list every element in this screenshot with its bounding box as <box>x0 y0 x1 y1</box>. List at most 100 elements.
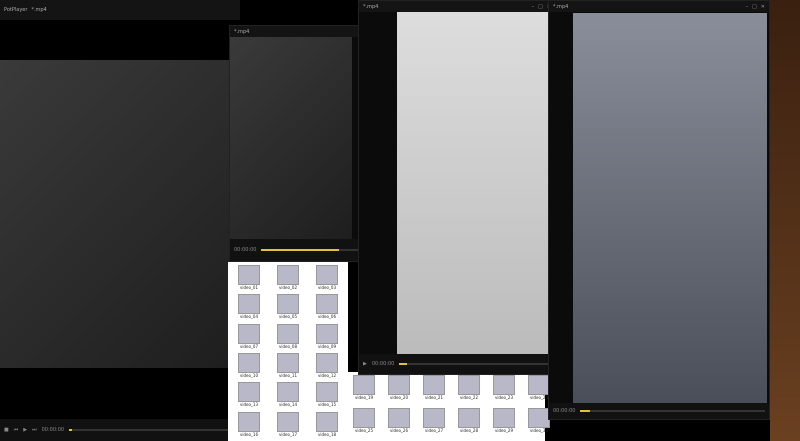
file-name: video_06 <box>317 314 336 320</box>
maximize-button[interactable]: □ <box>752 4 757 10</box>
seek-bar[interactable] <box>69 429 228 431</box>
file-item[interactable]: video_09 <box>309 323 345 350</box>
play-button[interactable]: ▶ <box>363 361 367 367</box>
player-window-3: *.mp4 – □ ✕ ▶ 00:00:00 <box>358 0 556 375</box>
file-name: video_20 <box>389 395 408 400</box>
file-thumbnail <box>316 382 338 403</box>
file-thumbnail <box>316 294 338 315</box>
title-bar[interactable]: *.mp4 – □ ✕ <box>359 1 555 12</box>
file-name: video_18 <box>317 431 336 437</box>
file-item[interactable]: video_18 <box>309 411 345 438</box>
file-name: video_05 <box>278 314 297 320</box>
file-item[interactable]: video_10 <box>231 352 267 379</box>
file-name: video_26 <box>389 428 408 433</box>
prev-button[interactable]: ⏮ <box>14 427 19 433</box>
maximize-button[interactable]: □ <box>538 4 543 10</box>
minimize-button[interactable]: – <box>532 4 535 10</box>
file-item[interactable]: video_29 <box>488 408 520 438</box>
window-title: *.mp4 <box>553 3 569 10</box>
file-thumbnail <box>238 294 260 315</box>
file-item[interactable]: video_15 <box>309 382 345 408</box>
file-name: video_01 <box>239 285 258 290</box>
file-thumbnail <box>238 411 260 432</box>
file-thumbnail <box>458 408 480 428</box>
window-title: *.mp4 <box>234 28 250 35</box>
file-name: video_03 <box>317 285 336 290</box>
video-frame[interactable] <box>0 60 230 368</box>
time-display: 00:00:00 <box>234 247 257 253</box>
window-title: *.mp4 <box>363 3 379 10</box>
file-name: video_23 <box>494 395 513 400</box>
file-item[interactable]: video_17 <box>270 411 306 438</box>
file-item[interactable]: video_22 <box>453 375 485 405</box>
file-thumbnail <box>277 382 299 403</box>
file-name: video_13 <box>239 402 258 408</box>
file-thumbnail <box>316 265 338 285</box>
file-item[interactable]: video_27 <box>418 408 450 438</box>
file-item[interactable]: video_28 <box>453 408 485 438</box>
file-thumbnail <box>493 408 515 428</box>
file-name: video_28 <box>459 428 478 433</box>
file-item[interactable]: video_11 <box>270 352 306 379</box>
file-item[interactable]: video_20 <box>383 375 415 405</box>
minimize-button[interactable]: – <box>746 4 749 10</box>
file-item[interactable]: video_19 <box>348 375 380 405</box>
file-name: video_11 <box>278 372 297 378</box>
file-name: video_14 <box>278 402 297 408</box>
time-display: 00:00:00 <box>41 427 65 433</box>
file-thumbnail <box>277 411 299 432</box>
file-grid: video_01 video_02 video_03 video_04 video_05… <box>228 262 348 441</box>
close-button[interactable]: ✕ <box>761 4 765 10</box>
title-bar[interactable]: PotPlayer *.mp4 <box>0 0 240 20</box>
file-item[interactable]: video_21 <box>418 375 450 405</box>
file-item[interactable]: video_07 <box>231 323 267 350</box>
file-item[interactable]: video_08 <box>270 323 306 350</box>
next-button[interactable]: ⏭ <box>32 427 37 433</box>
file-item[interactable]: video_26 <box>383 408 415 438</box>
app-menu[interactable]: PotPlayer <box>4 7 27 13</box>
file-thumbnail <box>493 375 515 395</box>
video-frame[interactable] <box>573 13 767 405</box>
file-thumbnail <box>316 323 338 344</box>
file-item[interactable]: video_04 <box>231 294 267 320</box>
file-thumbnail <box>277 265 299 285</box>
stop-button[interactable]: ■ <box>4 427 9 433</box>
video-frame[interactable] <box>397 12 555 356</box>
file-item[interactable]: video_25 <box>348 408 380 438</box>
file-thumbnail <box>353 375 375 395</box>
file-item[interactable]: video_06 <box>309 294 345 320</box>
file-name: video_16 <box>239 431 258 437</box>
file-thumbnail <box>238 265 260 285</box>
seek-bar[interactable] <box>399 363 551 365</box>
file-name: video_08 <box>278 343 297 349</box>
file-name: video_10 <box>239 372 258 378</box>
player-window-4: *.mp4 – □ ✕ 00:00:00 <box>548 0 770 420</box>
video-frame[interactable] <box>230 37 352 240</box>
file-item[interactable]: video_16 <box>231 411 267 438</box>
playback-controls: 00:00:00 <box>549 403 769 419</box>
file-thumbnail <box>423 375 445 395</box>
seek-bar[interactable] <box>580 410 765 412</box>
file-thumbnail <box>423 408 445 428</box>
file-name: video_15 <box>317 402 336 408</box>
file-item[interactable]: video_13 <box>231 382 267 408</box>
file-item[interactable]: video_03 <box>309 265 345 291</box>
file-item[interactable]: video_14 <box>270 382 306 408</box>
file-item[interactable]: video_01 <box>231 265 267 291</box>
file-name: video_12 <box>317 372 336 378</box>
playback-controls: ■ ⏮ ▶ ⏭ 00:00:00 <box>0 419 232 441</box>
file-name: video_19 <box>354 395 373 400</box>
file-item[interactable]: video_12 <box>309 352 345 379</box>
file-name: video_25 <box>354 428 373 433</box>
file-item[interactable]: video_02 <box>270 265 306 291</box>
title-bar[interactable]: *.mp4 – □ ✕ <box>549 1 769 12</box>
play-button[interactable]: ▶ <box>23 427 27 433</box>
time-display: 00:00:00 <box>371 361 395 367</box>
file-name: video_09 <box>317 343 336 349</box>
file-item[interactable]: video_05 <box>270 294 306 320</box>
file-thumbnail <box>238 382 260 403</box>
background-window-edge <box>770 0 800 441</box>
file-thumbnail <box>277 323 299 344</box>
file-thumbnail <box>528 375 550 395</box>
file-item[interactable]: video_23 <box>488 375 520 405</box>
